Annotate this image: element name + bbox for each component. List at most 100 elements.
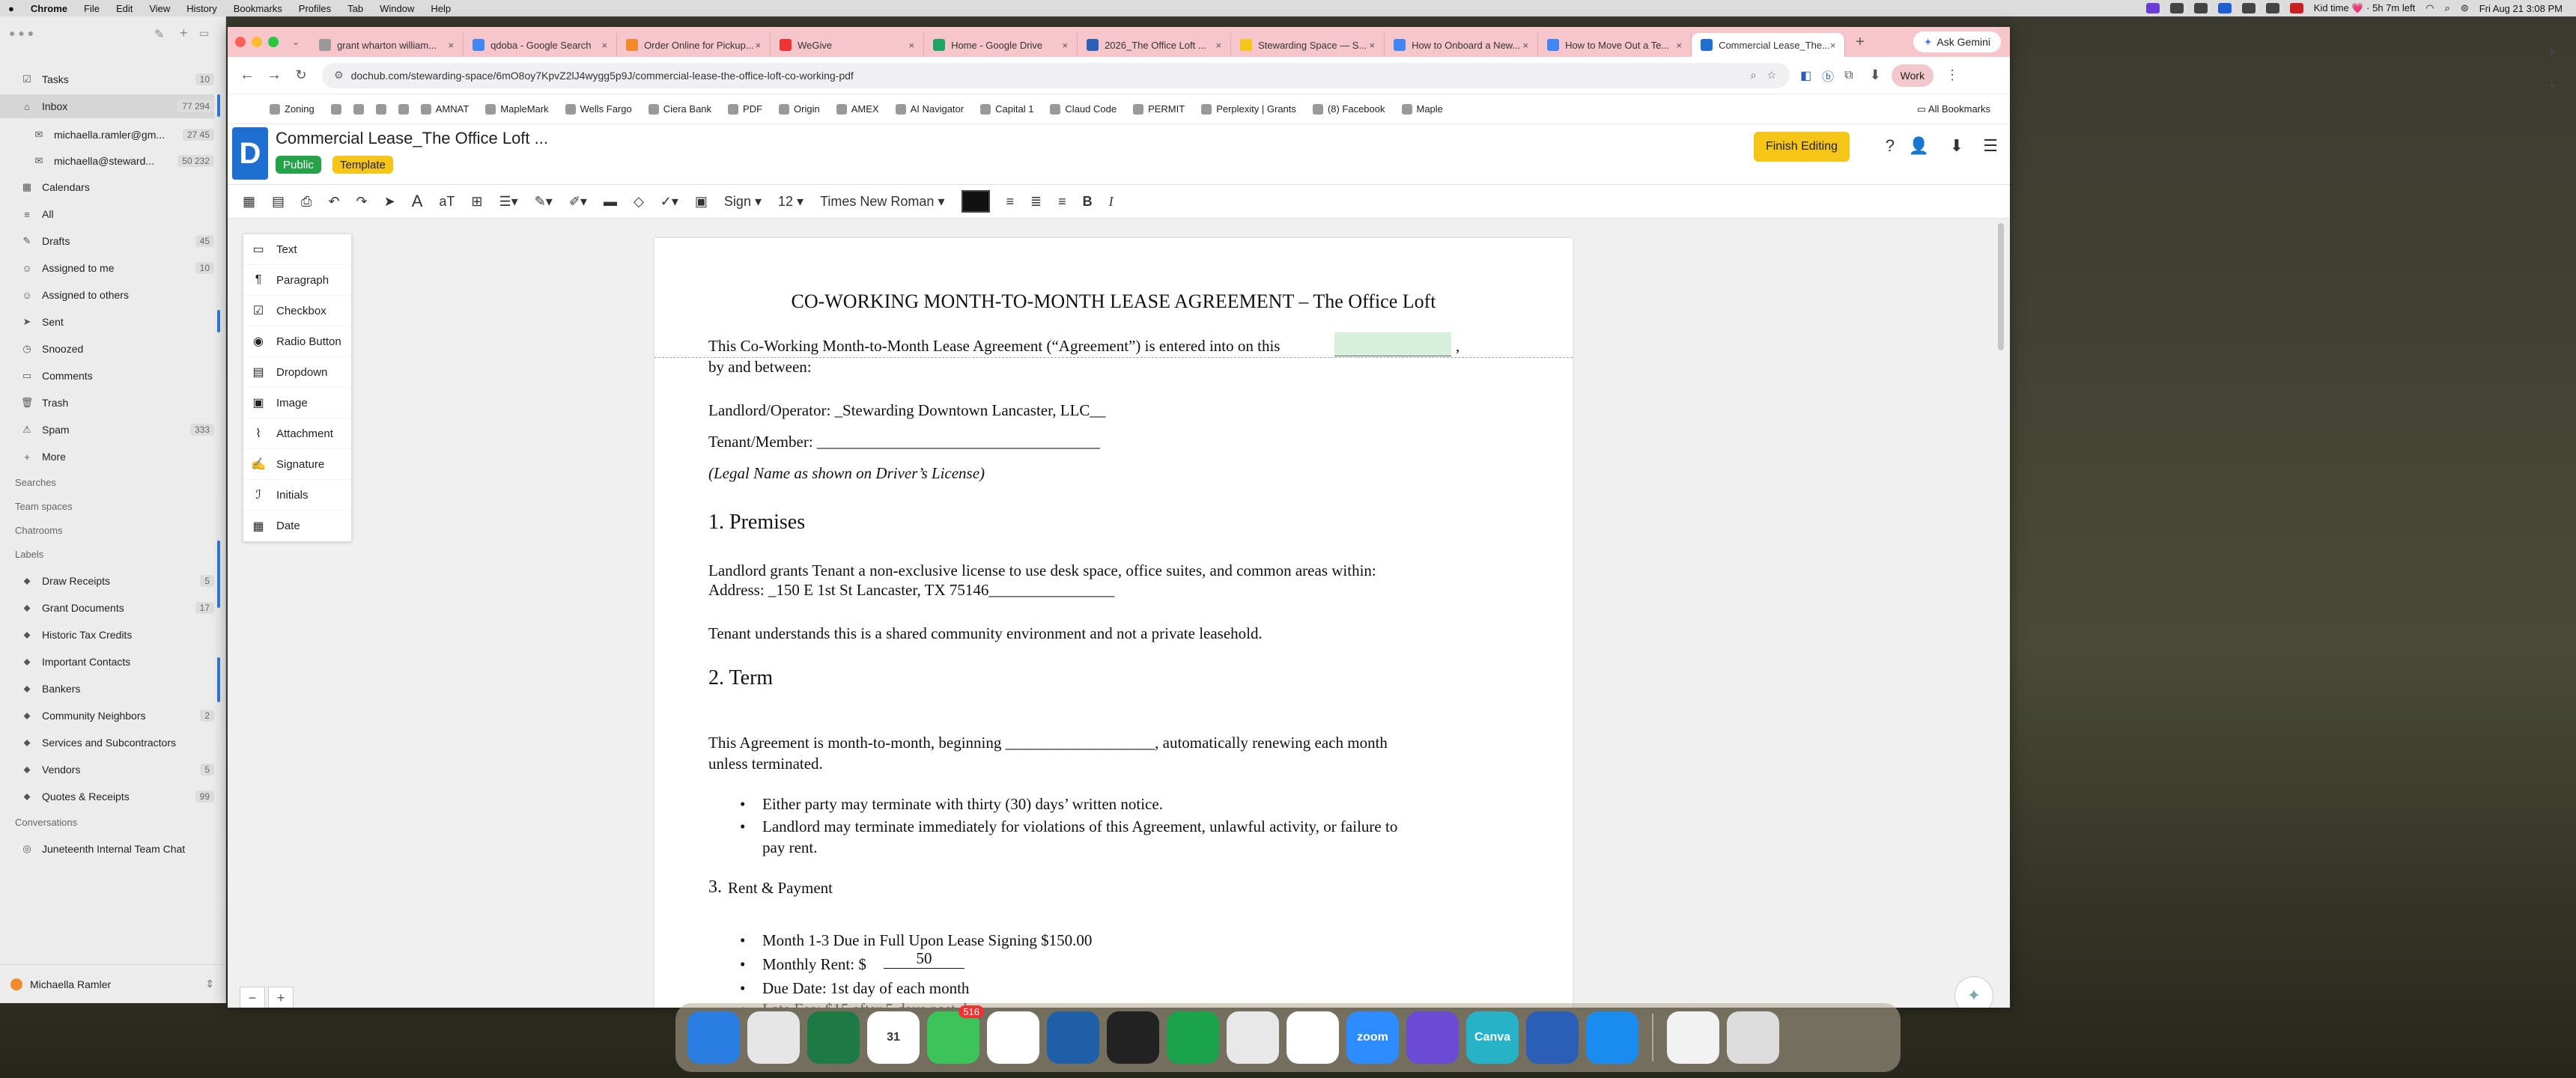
menu-profiles[interactable]: Profiles <box>291 3 339 14</box>
bold-icon[interactable]: B <box>1083 194 1093 210</box>
compose-icon[interactable]: ✎ <box>154 27 164 42</box>
account-switcher[interactable]: Michaella Ramler ⇕ <box>0 964 225 1003</box>
menu-app-name[interactable]: Chrome <box>22 3 76 14</box>
sidebar-item-michaella-steward[interactable]: ✉ michaella@steward... 50 232 <box>0 149 214 173</box>
menu-help[interactable]: Help <box>422 3 459 14</box>
browser-tab[interactable]: 2026_The Office Loft ... × <box>1078 33 1232 57</box>
zoom-window-button[interactable] <box>268 37 279 47</box>
pin-icon[interactable]: ✈ <box>2546 45 2557 61</box>
extension-icon[interactable]: ◧ <box>1800 68 1811 83</box>
back-icon[interactable]: ← <box>234 67 261 84</box>
section-header-chatrooms[interactable]: Chatrooms <box>0 518 214 542</box>
text-tool-icon[interactable]: A <box>412 192 423 211</box>
status-app-icon[interactable] <box>2265 3 2279 13</box>
bookmark-star-icon[interactable]: ☆ <box>1767 69 1776 82</box>
thumbnail-icon[interactable]: ▤ <box>272 194 285 210</box>
bookmark-item[interactable]: Ciera Bank <box>648 103 711 115</box>
add-icon[interactable]: + <box>180 25 188 41</box>
dock-preview-icon[interactable] <box>1667 1011 1719 1064</box>
sidebar-item-all[interactable]: ≡ All <box>0 202 214 226</box>
browser-tab[interactable]: Stewarding Space — S... × <box>1231 33 1385 57</box>
url-bar[interactable]: ⚙ dochub.com/stewarding-space/6mO8oy7Kpv… <box>322 62 1790 88</box>
checkmark-icon[interactable]: ✓▾ <box>660 194 678 210</box>
bookmark-item[interactable]: Perplexity | Grants <box>1201 103 1296 115</box>
dock-grammarly-icon[interactable] <box>1406 1011 1459 1064</box>
label-item[interactable]: ⬥ Vendors 5 <box>0 758 214 782</box>
bookmark-item[interactable]: PDF <box>728 103 762 115</box>
chrome-menu-icon[interactable]: ⋮ <box>1945 67 1959 83</box>
dock-calendar-icon[interactable]: 31 <box>867 1011 920 1064</box>
menu-icon[interactable]: ☰ <box>1983 136 1998 156</box>
image-icon[interactable]: ▣ <box>695 194 708 210</box>
dock-canva-icon[interactable]: Canva <box>1466 1011 1519 1064</box>
dock-finder-icon[interactable] <box>687 1011 740 1064</box>
control-center-icon[interactable]: ⊜ <box>2461 2 2469 14</box>
close-tab-icon[interactable]: × <box>1215 40 1221 51</box>
field-tool-image[interactable]: ▣ Image <box>243 388 351 418</box>
field-tool-dropdown[interactable]: ▤ Dropdown <box>243 357 351 388</box>
align-right-icon[interactable]: ≡ <box>1058 194 1066 210</box>
close-tab-icon[interactable]: × <box>908 40 914 51</box>
new-tab-button[interactable]: + <box>1856 34 1865 51</box>
menu-edit[interactable]: Edit <box>108 3 141 14</box>
field-tool-signature[interactable]: ✍ Signature <box>243 449 351 480</box>
close-tab-icon[interactable]: × <box>1369 40 1375 51</box>
align-center-icon[interactable]: ≣ <box>1030 194 1042 210</box>
browser-tab[interactable]: qdoba - Google Search × <box>464 33 618 57</box>
italic-icon[interactable]: I <box>1109 194 1114 210</box>
menu-file[interactable]: File <box>76 3 108 14</box>
dock-word-icon[interactable] <box>1526 1011 1579 1064</box>
close-tab-icon[interactable]: × <box>1062 40 1068 51</box>
bookmark-item[interactable]: (8) Facebook <box>1312 103 1385 115</box>
undo-icon[interactable]: ↶ <box>328 194 339 210</box>
ask-gemini-button[interactable]: ✦ Ask Gemini <box>1913 31 2001 52</box>
sidebar-item-tasks[interactable]: ☑ Tasks 10 <box>0 67 214 91</box>
sidebar-item-spam[interactable]: ⚠ Spam 333 <box>0 418 214 442</box>
tab-search-icon[interactable]: ⌄ <box>292 37 300 47</box>
forward-icon[interactable]: → <box>261 67 288 84</box>
sidebar-item-inbox[interactable]: ⌂ Inbox 77 294 <box>0 94 214 118</box>
close-tab-icon[interactable]: × <box>755 40 761 51</box>
align-left-icon[interactable]: ≡ <box>1006 194 1015 210</box>
status-app-icon[interactable] <box>2145 3 2160 13</box>
field-tool-text[interactable]: ▭ Text <box>243 234 351 265</box>
dock-voice-memos-icon[interactable] <box>1107 1011 1159 1064</box>
dock-arc-icon[interactable] <box>1287 1011 1339 1064</box>
browser-tab[interactable]: How to Move Out a Te... × <box>1538 33 1692 57</box>
status-app-icon[interactable] <box>2169 3 2184 13</box>
highlight-icon[interactable]: ✐▾ <box>569 194 587 210</box>
dock-chrome-icon[interactable] <box>1227 1011 1279 1064</box>
sidebar-item-assigned-to-me[interactable]: ☺ Assigned to me 10 <box>0 256 214 280</box>
reload-icon[interactable]: ↻ <box>288 67 315 83</box>
scrollbar[interactable] <box>1998 223 2004 350</box>
help-icon[interactable]: ? <box>1886 136 1895 156</box>
sidebar-item-calendars[interactable]: ▦ Calendars <box>0 175 214 199</box>
comment-icon[interactable]: ▬ <box>604 194 617 210</box>
zoom-out-button[interactable]: − <box>240 987 265 1008</box>
pages-grid-icon[interactable]: ▦ <box>243 194 255 210</box>
monthly-rent-value[interactable]: 50 <box>884 949 965 969</box>
dock-launchpad-icon[interactable] <box>747 1011 800 1064</box>
template-badge[interactable]: Template <box>332 156 393 174</box>
bookmark-item[interactable] <box>353 103 368 115</box>
dock-messages-icon[interactable]: 516 <box>927 1005 984 1064</box>
draw-icon[interactable]: ✎▾ <box>535 194 553 210</box>
field-tool-attachment[interactable]: ⌇ Attachment <box>243 418 351 449</box>
sidebar-item-snoozed[interactable]: ◷ Snoozed <box>0 337 214 361</box>
label-item[interactable]: ⬥ Historic Tax Credits <box>0 623 214 647</box>
dock-spotify-icon[interactable] <box>1167 1011 1219 1064</box>
print-icon[interactable]: ⎙ <box>301 194 312 210</box>
document-title[interactable]: Commercial Lease_The Office Loft ... <box>276 129 548 148</box>
label-item[interactable]: ⬥ Services and Subcontractors <box>0 731 214 755</box>
dochub-logo[interactable]: D <box>232 127 268 180</box>
section-header-conversations[interactable]: Conversations <box>0 810 214 834</box>
window-dots-icon[interactable]: ● ● ● <box>9 27 34 39</box>
site-info-icon[interactable]: ⚙ <box>334 69 344 82</box>
section-header-labels[interactable]: Labels <box>0 542 214 566</box>
search-icon[interactable]: ⌕ <box>2445 2 2450 14</box>
bookmark-item[interactable]: AI Navigator <box>895 103 964 115</box>
clock[interactable]: Fri Aug 21 3:08 PM <box>2479 3 2563 14</box>
status-app-icon[interactable] <box>2289 3 2303 13</box>
close-window-button[interactable] <box>235 37 246 47</box>
minimize-window-button[interactable] <box>252 37 262 47</box>
